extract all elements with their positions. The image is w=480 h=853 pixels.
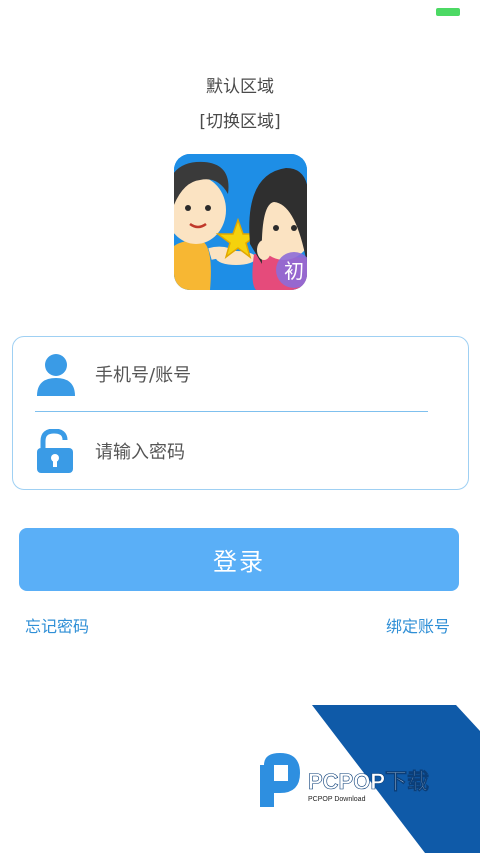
watermark-sub: PCPOP Download [308, 796, 366, 803]
unlock-icon [37, 429, 73, 473]
account-field-row [13, 337, 468, 413]
user-icon [37, 354, 75, 396]
app-logo: 初 [174, 154, 307, 290]
battery-indicator [436, 8, 460, 16]
watermark: PCPOP下载 PCPOP Download [250, 703, 480, 853]
current-region-label: 默认区域 [206, 77, 274, 97]
pcpop-logo-icon [260, 753, 300, 807]
app-logo-illustration: 初 [174, 154, 307, 290]
bind-account-link[interactable]: 绑定账号 [386, 613, 450, 637]
watermark-graphic: PCPOP下载 PCPOP Download [260, 705, 480, 853]
field-divider [35, 411, 428, 412]
app-logo-badge: 初 [284, 259, 304, 283]
login-button[interactable]: 登录 [19, 528, 459, 591]
account-input[interactable] [95, 357, 435, 393]
watermark-brand: PCPOP下载 [308, 769, 429, 794]
login-card [12, 336, 469, 490]
switch-region-link[interactable]: [切换区域] [0, 107, 480, 132]
password-input[interactable] [95, 434, 435, 470]
password-field-row [13, 414, 468, 490]
forgot-password-link[interactable]: 忘记密码 [25, 613, 89, 637]
